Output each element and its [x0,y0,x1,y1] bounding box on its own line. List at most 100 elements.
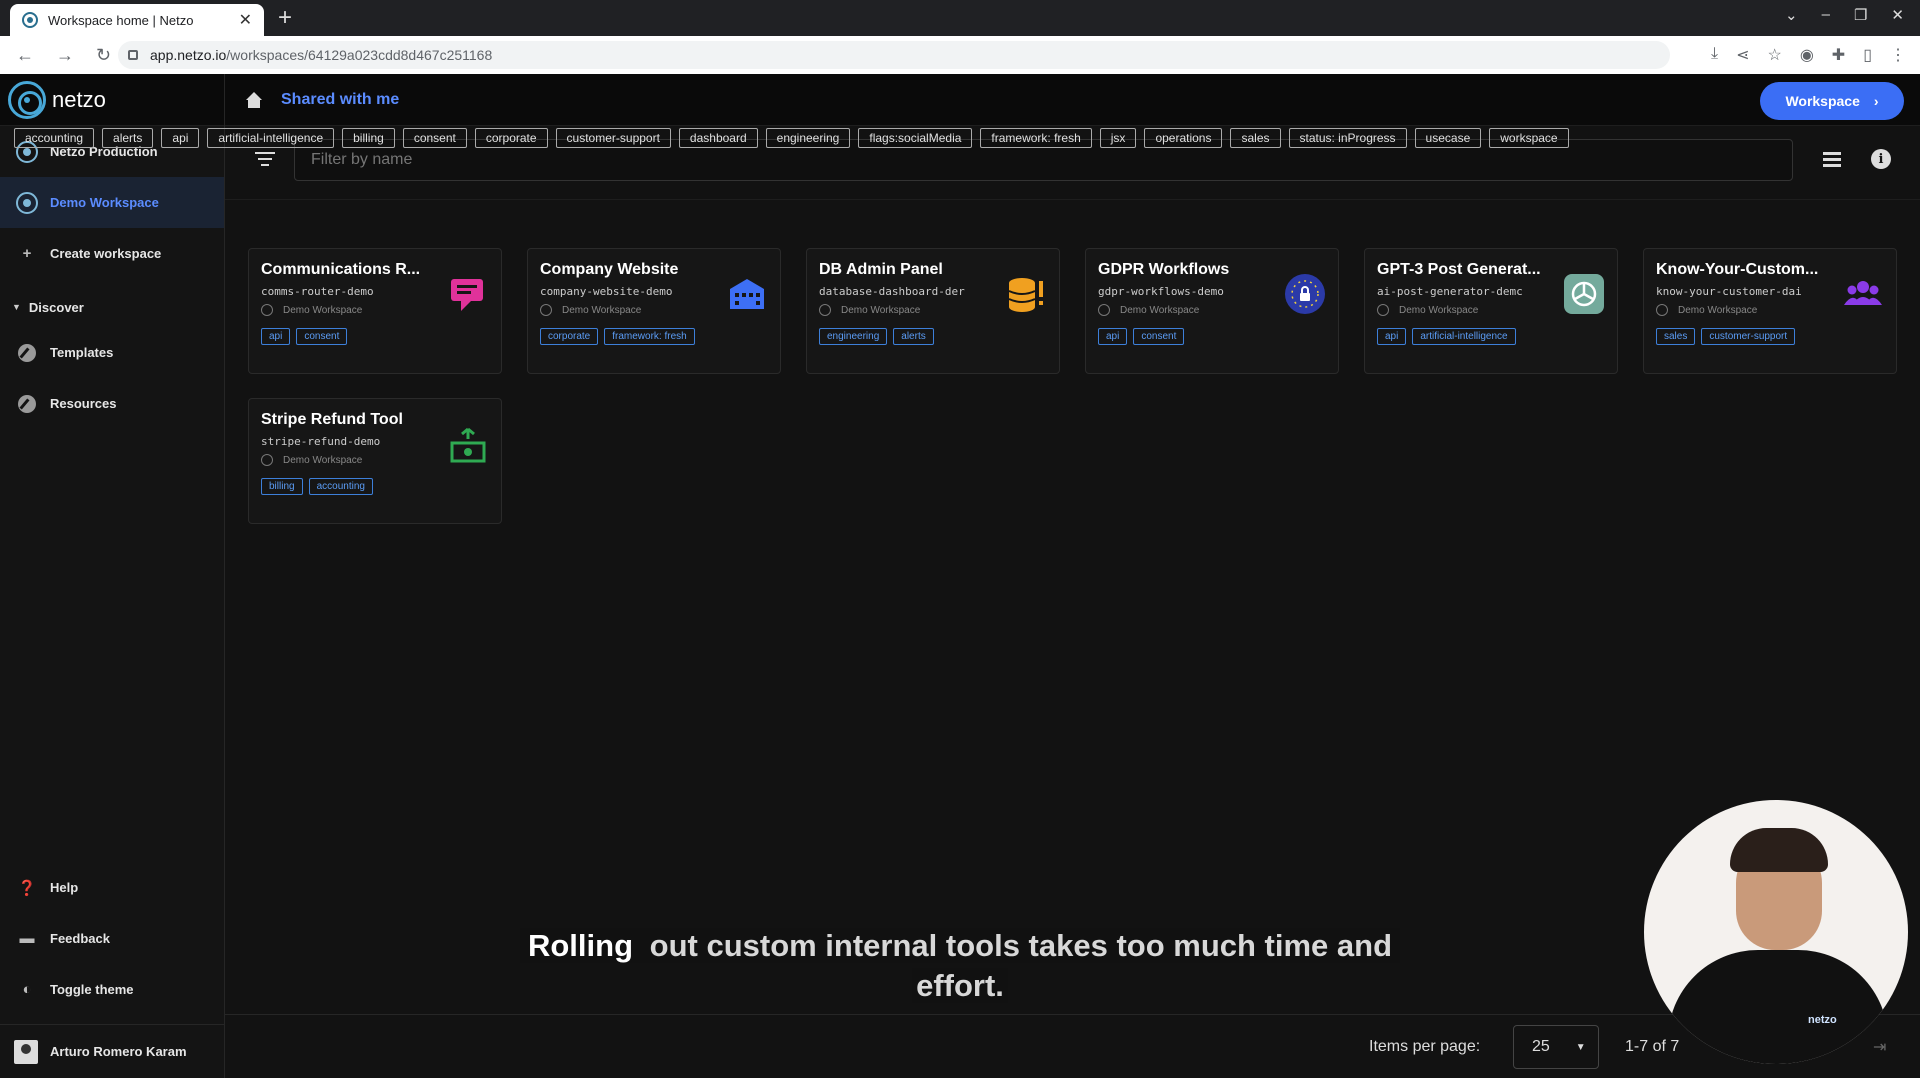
card-tag[interactable]: api [1377,328,1407,345]
sidebar-item-help[interactable]: ❓ Help [0,862,225,913]
side-panel-icon[interactable]: ▯ [1863,45,1872,65]
browser-tab-strip: Workspace home | Netzo ✕ + ⌄ – ❐ ✕ [0,0,1920,36]
card-slug: company-website-demo [540,285,673,298]
app-card[interactable]: Stripe Refund Tool stripe-refund-demo De… [248,398,502,524]
info-icon[interactable]: i [1871,149,1891,169]
address-bar-icons: ⤓ ⋖ ☆ ◉ ✚ ▯ ⋮ [1711,45,1906,65]
items-per-page-label: Items per page: [1369,1037,1481,1055]
tag-chip[interactable]: accounting [14,128,95,148]
card-tags: corporate framework: fresh [540,328,768,345]
app-card[interactable]: Communications R... comms-router-demo De… [248,248,502,374]
card-title: Company Website [540,261,679,278]
restore-icon[interactable]: ❐ [1854,6,1867,24]
home-icon[interactable] [245,91,263,108]
sidebar-item-demo-workspace[interactable]: Demo Workspace [0,177,224,228]
puzzle-icon[interactable]: ✚ [1832,45,1845,65]
app-card[interactable]: GPT-3 Post Generat... ai-post-generator-… [1364,248,1618,374]
card-tag[interactable]: artificial-intelligence [1412,328,1516,345]
tag-chip[interactable]: flags:socialMedia [858,128,973,148]
workspace-icon [540,304,552,316]
card-workspace-label: Demo Workspace [283,304,363,316]
back-icon[interactable]: ← [16,45,34,66]
forward-icon[interactable]: → [56,45,74,66]
app-card[interactable]: DB Admin Panel database-dashboard-der De… [806,248,1060,374]
card-tags: sales customer-support [1656,328,1884,345]
card-title: Stripe Refund Tool [261,411,403,428]
card-tag[interactable]: customer-support [1701,328,1796,345]
close-tab-icon[interactable]: ✕ [239,10,252,30]
tag-chip[interactable]: engineering [765,128,851,148]
card-tag[interactable]: alerts [893,328,934,345]
bookmark-star-icon[interactable]: ☆ [1767,45,1781,65]
card-tag[interactable]: corporate [540,328,599,345]
url-host: app.netzo.io [150,47,227,63]
tag-chip[interactable]: usecase [1414,128,1482,148]
tag-chip[interactable]: api [161,128,200,148]
app-card[interactable]: Company Website company-website-demo Dem… [527,248,781,374]
tag-chip[interactable]: jsx [1099,128,1137,148]
tag-chip[interactable]: dashboard [678,128,758,148]
tag-filter-bar: accounting alerts api artificial-intelli… [14,128,1684,148]
card-tag[interactable]: framework: fresh [604,328,695,345]
items-per-page-select[interactable]: 25 ▼ [1513,1025,1599,1069]
tag-chip[interactable]: billing [342,128,395,148]
tag-chip[interactable]: customer-support [555,128,671,148]
tag-chip[interactable]: corporate [474,128,548,148]
menu-kebab-icon[interactable]: ⋮ [1890,45,1906,65]
tab-search-icon[interactable]: ⌄ [1785,6,1798,24]
card-tag[interactable]: consent [296,328,348,345]
share-icon[interactable]: ⋖ [1736,45,1749,65]
tag-chip[interactable]: alerts [102,128,154,148]
reload-icon[interactable]: ↻ [96,45,111,66]
logo[interactable]: netzo [0,74,224,126]
extension-icon[interactable]: ◉ [1800,45,1814,65]
workspace-icon [1098,304,1110,316]
sidebar-item-resources[interactable]: Resources [0,378,224,429]
compass-icon [16,342,38,364]
card-title: Know-Your-Custom... [1656,261,1819,278]
url-field[interactable]: app.netzo.io/workspaces/64129a023cdd8d46… [118,41,1670,69]
tag-chip[interactable]: status: inProgress [1288,128,1407,148]
app-card[interactable]: Know-Your-Custom... know-your-customer-d… [1643,248,1897,374]
tag-chip[interactable]: sales [1230,128,1281,148]
chevron-right-icon: › [1873,93,1879,109]
card-tag[interactable]: engineering [819,328,888,345]
tag-chip[interactable]: artificial-intelligence [207,128,335,148]
tag-chip[interactable]: framework: fresh [980,128,1092,148]
filter-icon[interactable] [255,152,275,168]
tag-chip[interactable]: consent [402,128,467,148]
tag-chip[interactable]: operations [1144,128,1223,148]
discover-section-header[interactable]: ▼ Discover [0,287,224,327]
close-window-icon[interactable]: ✕ [1891,6,1904,24]
card-tag[interactable]: consent [1133,328,1185,345]
breadcrumb[interactable]: Shared with me [281,91,399,109]
card-workspace-label: Demo Workspace [1678,304,1758,316]
card-tag[interactable]: api [261,328,291,345]
user-menu[interactable]: Arturo Romero Karam [0,1024,225,1078]
card-tags: api consent [261,328,489,345]
list-view-icon[interactable] [1823,152,1841,168]
caret-down-icon: ▼ [12,302,21,312]
site-info-icon[interactable] [128,50,138,60]
card-tag[interactable]: accounting [308,478,373,495]
sidebar-item-templates[interactable]: Templates [0,327,224,378]
new-tab-icon[interactable]: + [278,4,292,32]
card-slug: ai-post-generator-demc [1377,285,1523,298]
sidebar-item-create-workspace[interactable]: + Create workspace [0,228,224,279]
card-title: DB Admin Panel [819,261,943,278]
app-card[interactable]: GDPR Workflows gdpr-workflows-demo Demo … [1085,248,1339,374]
workspace-button[interactable]: Workspace › [1760,82,1904,120]
browser-tab[interactable]: Workspace home | Netzo ✕ [10,4,264,36]
card-workspace-label: Demo Workspace [841,304,921,316]
install-icon[interactable]: ⤓ [1711,45,1718,65]
card-tag[interactable]: sales [1656,328,1696,345]
card-tag[interactable]: api [1098,328,1128,345]
card-tag[interactable]: billing [261,478,303,495]
chat-icon [447,273,489,315]
minimize-icon[interactable]: – [1822,6,1830,24]
card-slug: database-dashboard-der [819,285,965,298]
eu-lock-icon [1284,273,1326,315]
help-icon: ❓ [17,879,37,897]
user-name: Arturo Romero Karam [50,1044,187,1059]
tag-chip[interactable]: workspace [1489,128,1569,148]
